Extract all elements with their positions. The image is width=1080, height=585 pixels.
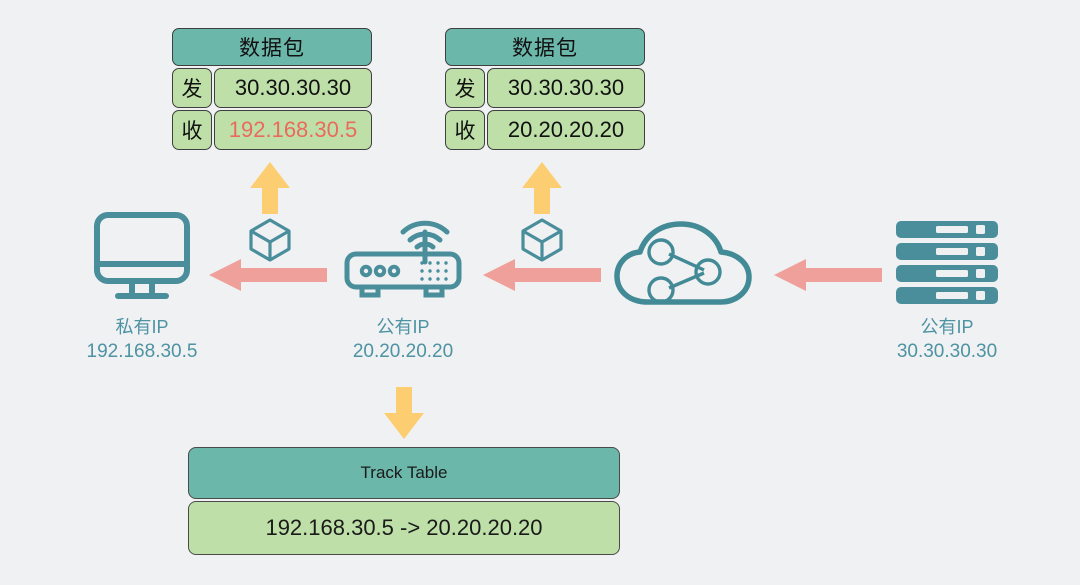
server-label: 公有IP 30.30.30.30 (867, 315, 1027, 365)
router-label-kind: 公有IP (376, 317, 430, 337)
arrow-packet-left-up (250, 162, 290, 214)
router-icon (344, 220, 462, 298)
diagram-canvas: 数据包 发 30.30.30.30 收 192.168.30.5 数据包 发 3… (0, 0, 1080, 585)
monitor-icon (94, 212, 190, 299)
packet-left-title: 数据包 (172, 28, 372, 66)
arrow-router-to-client (209, 259, 327, 291)
arrow-router-to-track (384, 387, 424, 439)
packet-left-send-key: 发 (172, 68, 212, 108)
package-icon-right (521, 218, 563, 262)
client-label: 私有IP 192.168.30.5 (62, 315, 222, 365)
packet-left-recv-value: 192.168.30.5 (214, 110, 372, 150)
arrow-packet-right-up (522, 162, 562, 214)
server-label-kind: 公有IP (920, 317, 974, 337)
packet-left-recv-key: 收 (172, 110, 212, 150)
packet-right-send-key: 发 (445, 68, 485, 108)
packet-right-send-value: 30.30.30.30 (487, 68, 645, 108)
router-label-address: 20.20.20.20 (352, 341, 454, 363)
packet-box-left: 数据包 发 30.30.30.30 收 192.168.30.5 (172, 28, 372, 150)
client-label-address: 192.168.30.5 (86, 341, 198, 363)
packet-right-recv-value: 20.20.20.20 (487, 110, 645, 150)
packet-box-right: 数据包 发 30.30.30.30 收 20.20.20.20 (445, 28, 645, 150)
packet-right-recv-key: 收 (445, 110, 485, 150)
packet-right-row-send: 发 30.30.30.30 (445, 68, 645, 108)
arrow-cloud-to-router (483, 259, 601, 291)
server-label-address: 30.30.30.30 (896, 341, 998, 363)
server-icon (896, 221, 998, 304)
packet-right-row-recv: 收 20.20.20.20 (445, 110, 645, 150)
packet-right-title: 数据包 (445, 28, 645, 66)
package-icon-left (249, 218, 291, 262)
router-label: 公有IP 20.20.20.20 (323, 315, 483, 365)
packet-left-row-recv: 收 192.168.30.5 (172, 110, 372, 150)
cloud-network-icon (614, 221, 752, 305)
packet-left-row-send: 发 30.30.30.30 (172, 68, 372, 108)
track-table-title: Track Table (188, 447, 620, 499)
arrow-server-to-cloud (774, 259, 882, 291)
client-label-kind: 私有IP (115, 317, 169, 337)
track-table: Track Table 192.168.30.5 -> 20.20.20.20 (188, 447, 620, 555)
packet-left-send-value: 30.30.30.30 (214, 68, 372, 108)
track-table-entry: 192.168.30.5 -> 20.20.20.20 (188, 501, 620, 555)
